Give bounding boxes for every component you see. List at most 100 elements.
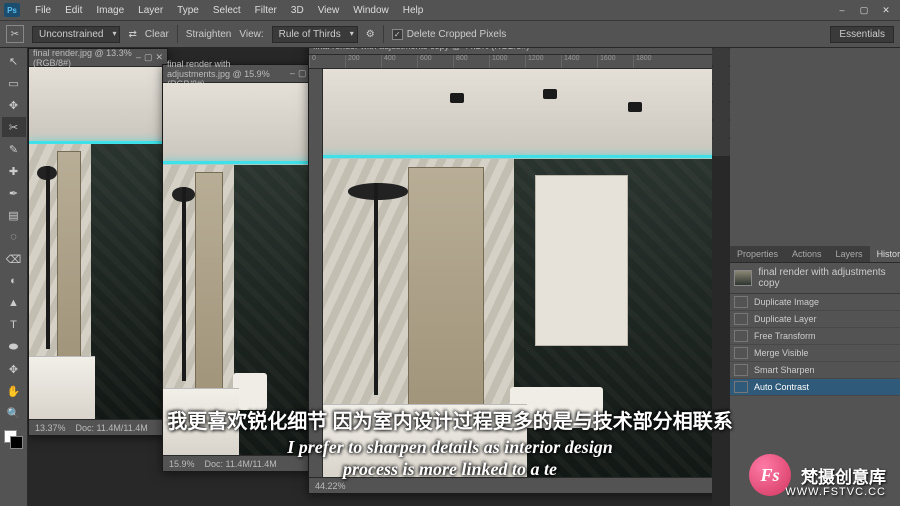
history-step-icon xyxy=(734,313,748,325)
tab-layers[interactable]: Layers xyxy=(829,246,870,262)
lasso-tool[interactable]: ✥ xyxy=(2,95,26,115)
history-step[interactable]: Duplicate Image xyxy=(730,294,900,311)
menu-view[interactable]: View xyxy=(311,5,347,16)
doc-info: Doc: 11.4M/11.4M xyxy=(205,459,277,469)
gear-icon[interactable]: ⚙ xyxy=(366,29,375,40)
overlay-view-dropdown[interactable]: Rule of Thirds xyxy=(272,26,358,43)
separator xyxy=(177,25,178,43)
history-step-label: Duplicate Layer xyxy=(754,314,817,324)
doc-close-icon[interactable]: ✕ xyxy=(155,52,163,63)
aspect-ratio-dropdown[interactable]: Unconstrained xyxy=(32,26,120,43)
channels-panel-icon[interactable] xyxy=(712,120,730,138)
history-panel: final render with adjustments copy Dupli… xyxy=(730,263,900,396)
document-title: final render.jpg @ 13.3% (RGB/8#) xyxy=(33,48,136,68)
eyedropper-tool[interactable]: ✎ xyxy=(2,139,26,159)
color-panel-icon[interactable] xyxy=(712,48,730,66)
window-close-icon[interactable]: ✕ xyxy=(876,3,896,17)
styles-panel-icon[interactable] xyxy=(712,102,730,120)
document-image[interactable] xyxy=(29,67,167,419)
toolbox: ↖ ▭ ✥ ✂ ✎ ✚ ✒ ▤ ◌ ⌫ ◐ ▲ T ⬬ ✥ ✋ 🔍 xyxy=(0,48,28,506)
crop-tool-icon[interactable]: ✂ xyxy=(6,25,24,43)
history-list: Duplicate Image Duplicate Layer Free Trans… xyxy=(730,294,900,396)
doc-max-icon[interactable]: ▢ xyxy=(298,68,307,79)
menu-image[interactable]: Image xyxy=(89,5,131,16)
doc-min-icon[interactable]: – xyxy=(136,52,141,63)
menu-window[interactable]: Window xyxy=(346,5,396,16)
shape-tool[interactable]: ⬬ xyxy=(2,337,26,357)
hand-tool[interactable]: ✋ xyxy=(2,381,26,401)
tab-history[interactable]: History xyxy=(870,246,900,262)
history-step[interactable]: Merge Visible xyxy=(730,345,900,362)
eraser-tool[interactable]: ⌫ xyxy=(2,249,26,269)
gradient-tool[interactable]: ◐ xyxy=(2,271,26,291)
straighten-button[interactable]: Straighten xyxy=(186,29,232,40)
workspace-switcher[interactable]: Essentials xyxy=(830,26,894,43)
crop-tool[interactable]: ✂ xyxy=(2,117,26,137)
options-bar: ✂ Unconstrained ⇄ Clear Straighten View:… xyxy=(0,20,900,48)
history-step-label: Merge Visible xyxy=(754,348,808,358)
path-tool[interactable]: ✥ xyxy=(2,359,26,379)
checkbox-icon[interactable]: ✓ xyxy=(392,29,403,40)
adjustments-panel-icon[interactable] xyxy=(712,84,730,102)
type-tool[interactable]: T xyxy=(2,315,26,335)
history-step[interactable]: Duplicate Layer xyxy=(730,311,900,328)
zoom-tool[interactable]: 🔍 xyxy=(2,403,26,423)
history-step[interactable]: Smart Sharpen xyxy=(730,362,900,379)
menu-type[interactable]: Type xyxy=(170,5,206,16)
menu-filter[interactable]: Filter xyxy=(248,5,284,16)
collapsed-panel-strip[interactable] xyxy=(712,48,730,506)
history-step-label: Duplicate Image xyxy=(754,297,819,307)
history-step-label: Free Transform xyxy=(754,331,816,341)
doc-min-icon[interactable]: – xyxy=(290,68,295,79)
swatches-panel-icon[interactable] xyxy=(712,66,730,84)
tab-actions[interactable]: Actions xyxy=(785,246,829,262)
history-step-label: Smart Sharpen xyxy=(754,365,815,375)
snapshot-name: final render with adjustments copy xyxy=(758,267,896,289)
document-titlebar[interactable]: final render.jpg @ 13.3% (RGB/8#) –▢✕ xyxy=(29,49,167,67)
paths-panel-icon[interactable] xyxy=(712,138,730,156)
menu-file[interactable]: File xyxy=(28,5,58,16)
doc-max-icon[interactable]: ▢ xyxy=(144,52,153,63)
document-window-2[interactable]: final render with adjustments.jpg @ 15.9… xyxy=(162,64,322,472)
zoom-level[interactable]: 15.9% xyxy=(169,459,195,469)
document-statusbar: 15.9% Doc: 11.4M/11.4M xyxy=(163,455,321,471)
marquee-tool[interactable]: ▭ xyxy=(2,73,26,93)
document-image[interactable] xyxy=(323,69,712,477)
document-titlebar[interactable]: final render with adjustments.jpg @ 15.9… xyxy=(163,65,321,83)
separator xyxy=(383,25,384,43)
zoom-level[interactable]: 13.37% xyxy=(35,423,66,433)
history-step[interactable]: Auto Contrast xyxy=(730,379,900,396)
healing-tool[interactable]: ✚ xyxy=(2,161,26,181)
history-step[interactable]: Free Transform xyxy=(730,328,900,345)
document-window-3[interactable]: final render with adjustments copy @ 44.… xyxy=(308,48,712,494)
window-minimize-icon[interactable]: – xyxy=(832,3,852,17)
pen-tool[interactable]: ▲ xyxy=(2,293,26,313)
menu-help[interactable]: Help xyxy=(396,5,431,16)
document-window-1[interactable]: final render.jpg @ 13.3% (RGB/8#) –▢✕ 13… xyxy=(28,48,168,436)
color-swatches[interactable] xyxy=(0,428,27,452)
stamp-tool[interactable]: ▤ xyxy=(2,205,26,225)
document-image[interactable] xyxy=(163,83,321,455)
history-snapshot[interactable]: final render with adjustments copy xyxy=(730,263,900,294)
canvas-area[interactable]: final render.jpg @ 13.3% (RGB/8#) –▢✕ 13… xyxy=(28,48,712,506)
view-label: View: xyxy=(239,29,263,40)
document-titlebar[interactable]: final render with adjustments copy @ 44.… xyxy=(309,48,712,55)
zoom-level[interactable]: 44.22% xyxy=(315,481,346,491)
history-brush-tool[interactable]: ◌ xyxy=(2,227,26,247)
menu-edit[interactable]: Edit xyxy=(58,5,89,16)
move-tool[interactable]: ↖ xyxy=(2,51,26,71)
document-title: final render with adjustments copy @ 44.… xyxy=(313,48,535,51)
vertical-ruler[interactable] xyxy=(309,69,323,477)
tab-properties[interactable]: Properties xyxy=(730,246,785,262)
menu-select[interactable]: Select xyxy=(206,5,248,16)
menu-3d[interactable]: 3D xyxy=(284,5,311,16)
clear-button[interactable]: Clear xyxy=(145,29,169,40)
menu-layer[interactable]: Layer xyxy=(131,5,170,16)
background-color[interactable] xyxy=(10,436,23,449)
window-maximize-icon[interactable]: ▢ xyxy=(854,3,874,17)
brush-tool[interactable]: ✒ xyxy=(2,183,26,203)
delete-cropped-checkbox[interactable]: ✓ Delete Cropped Pixels xyxy=(392,29,507,40)
swap-dimensions-icon[interactable]: ⇄ xyxy=(128,29,136,40)
main-area: ↖ ▭ ✥ ✂ ✎ ✚ ✒ ▤ ◌ ⌫ ◐ ▲ T ⬬ ✥ ✋ 🔍 final … xyxy=(0,48,900,506)
horizontal-ruler[interactable]: 020040060080010001200140016001800 xyxy=(309,55,712,69)
